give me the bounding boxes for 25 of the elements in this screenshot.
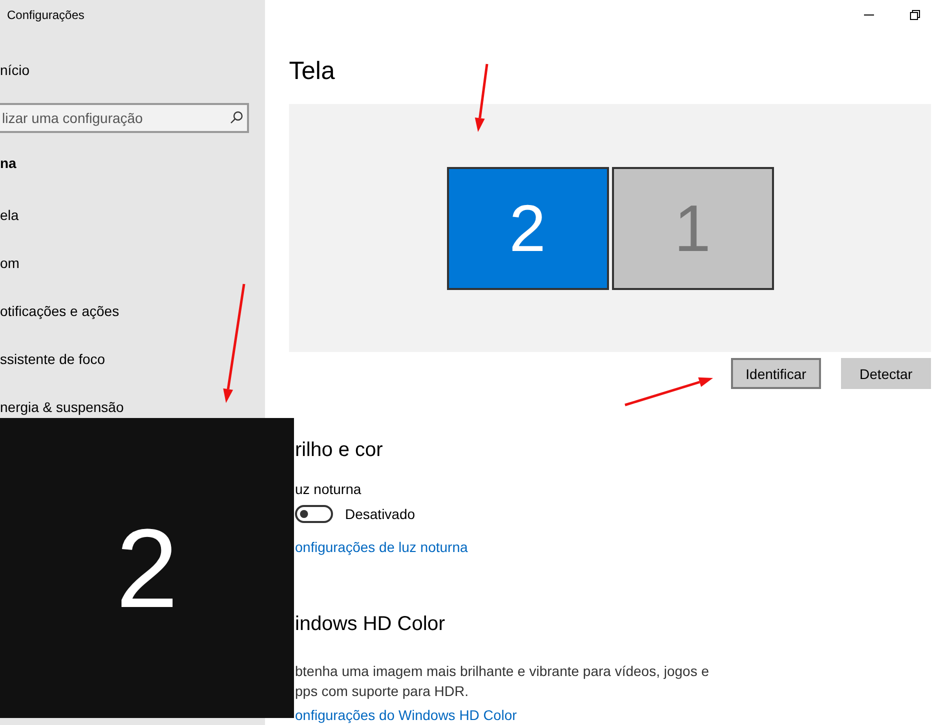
annotation-arrow	[474, 64, 488, 132]
action-button[interactable]: Identificar	[731, 358, 821, 389]
section-heading: na	[0, 155, 18, 173]
settings-link[interactable]: onfigurações de luz noturna	[295, 539, 468, 555]
sidebar-item[interactable]: om	[0, 253, 265, 301]
identify-overlay: 2	[0, 418, 294, 718]
monitor-tile[interactable]: 2	[446, 166, 608, 290]
action-button[interactable]: Detectar	[841, 358, 931, 389]
home-nav-item[interactable]: nício	[0, 62, 265, 82]
description-text: btenha uma imagem mais brilhante e vibrante para vídeos, jogos e pps com suporte para HDR.	[295, 662, 710, 701]
sidebar-item[interactable]: ela	[0, 205, 265, 253]
restore-icon	[910, 10, 920, 20]
page-title: Tela	[289, 56, 336, 86]
minimize-icon	[864, 14, 874, 16]
window-title: Configurações	[6, 7, 86, 24]
search-field[interactable]: lizar uma configuração	[0, 103, 249, 133]
search-icon	[230, 111, 243, 124]
section-heading: indows HD Color	[295, 613, 446, 637]
toggle-state-text: Desativado	[345, 506, 416, 522]
section-heading: rilho e cor	[295, 439, 384, 463]
sidebar-item[interactable]: ssistente de foco	[0, 349, 265, 397]
sidebar-item[interactable]: otificações e ações	[0, 301, 265, 349]
settings-link[interactable]: onfigurações do Windows HD Color	[295, 707, 517, 723]
setting-label: uz noturna	[295, 481, 362, 497]
toggle-switch[interactable]	[295, 505, 333, 523]
